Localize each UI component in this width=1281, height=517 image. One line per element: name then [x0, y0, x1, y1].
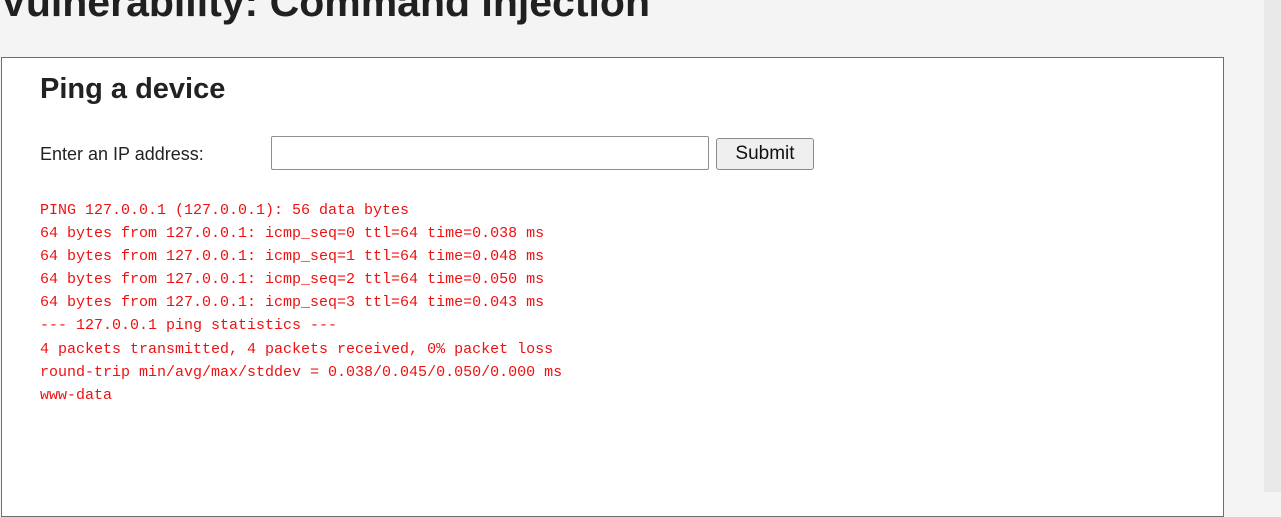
ping-output: PING 127.0.0.1 (127.0.0.1): 56 data byte… [40, 199, 562, 407]
output-line: 64 bytes from 127.0.0.1: icmp_seq=3 ttl=… [40, 294, 545, 312]
output-line: 64 bytes from 127.0.0.1: icmp_seq=1 ttl=… [40, 248, 545, 266]
output-line: www-data [40, 386, 113, 404]
vertical-scrollbar[interactable] [1264, 0, 1281, 492]
output-line: PING 127.0.0.1 (127.0.0.1): 56 data byte… [40, 202, 410, 219]
submit-button[interactable]: Submit [716, 138, 814, 170]
output-line: --- 127.0.0.1 ping statistics --- [40, 317, 338, 335]
page-title: Vulnerability: Command Injection [0, 0, 650, 25]
output-line: 64 bytes from 127.0.0.1: icmp_seq=0 ttl=… [40, 225, 545, 243]
output-line: 64 bytes from 127.0.0.1: icmp_seq=2 ttl=… [40, 271, 545, 289]
vulnerable-code-area: Ping a device Enter an IP address: Submi… [1, 57, 1224, 517]
section-title: Ping a device [40, 73, 226, 105]
ip-address-label: Enter an IP address: [40, 144, 204, 164]
output-line: round-trip min/avg/max/stddev = 0.038/0.… [40, 363, 563, 381]
output-line: 4 packets transmitted, 4 packets receive… [40, 340, 554, 358]
ip-address-input[interactable] [271, 136, 709, 170]
